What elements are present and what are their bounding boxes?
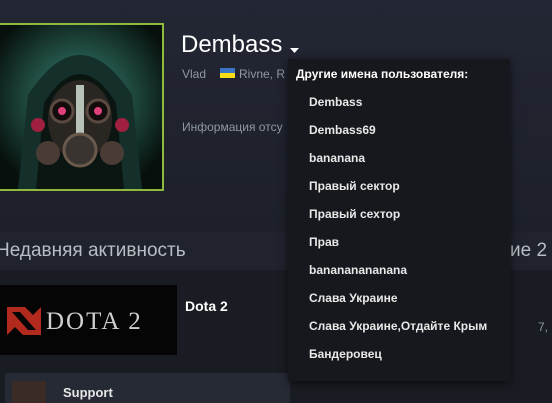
alias-item[interactable]: Правый сектор xyxy=(309,179,400,193)
ukraine-flag-icon xyxy=(220,68,235,78)
location-text: Rivne, R xyxy=(239,67,286,81)
chevron-down-icon xyxy=(290,48,299,53)
alias-item[interactable]: banananananana xyxy=(309,263,407,277)
gasmask-avatar-image xyxy=(0,25,162,189)
alias-item[interactable]: Слава Украине xyxy=(309,291,398,305)
dota2-game-banner[interactable]: DOTA 2 xyxy=(0,285,177,355)
game-name-link[interactable]: Dota 2 xyxy=(185,298,228,314)
alias-item[interactable]: Dembass xyxy=(309,95,362,109)
alias-item[interactable]: Dembass69 xyxy=(309,123,376,137)
persona-name: Dembass xyxy=(181,31,283,58)
right-column-title: ие 2 xyxy=(510,240,548,261)
recent-activity-title: Недавняя активность xyxy=(0,240,186,261)
achievement-row[interactable] xyxy=(5,373,290,403)
real-name: Vlad xyxy=(182,67,207,81)
right-column-number: 7, xyxy=(538,320,549,334)
banner-text: DOTA 2 xyxy=(46,308,143,335)
alias-item[interactable]: Прав xyxy=(309,235,339,249)
alias-item[interactable]: Правый сехтор xyxy=(309,207,400,221)
persona-name-dropdown[interactable]: Dembass xyxy=(181,31,299,59)
alias-item[interactable]: Слава Украине,Отдайте Крым xyxy=(309,319,487,333)
profile-avatar[interactable] xyxy=(0,23,164,191)
support-badge-icon xyxy=(12,381,46,403)
alias-item[interactable]: Бандеровец xyxy=(309,347,382,361)
alias-item[interactable]: bananana xyxy=(309,151,365,165)
support-badge-label: Support xyxy=(63,385,113,400)
aliases-header: Другие имена пользователя: xyxy=(296,67,469,81)
dota2-logo: DOTA 2 xyxy=(0,285,177,355)
profile-info-text: Информация отсу xyxy=(182,120,283,134)
